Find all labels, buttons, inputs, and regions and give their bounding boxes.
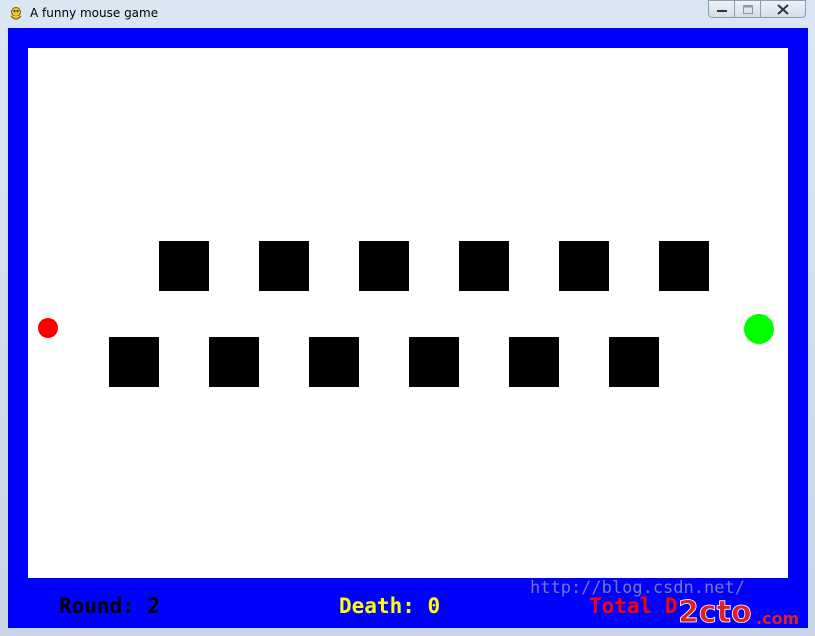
minimize-button[interactable] [708, 0, 735, 18]
title-bar[interactable]: A funny mouse game [0, 0, 815, 28]
round-counter: Round: 2 [59, 594, 161, 618]
death-counter: Death: 0 [339, 594, 441, 618]
obstacle-block [309, 337, 359, 387]
obstacle-block [659, 241, 709, 291]
obstacle-block [259, 241, 309, 291]
obstacle-block [209, 337, 259, 387]
window-title: A funny mouse game [30, 6, 159, 20]
maximize-button[interactable] [734, 0, 761, 18]
start-dot[interactable] [38, 318, 58, 338]
obstacle-block [509, 337, 559, 387]
obstacle-block [559, 241, 609, 291]
obstacle-block [609, 337, 659, 387]
obstacle-block [159, 241, 209, 291]
close-icon [777, 3, 789, 15]
watermark-logo: 2cto .com [678, 595, 800, 630]
obstacle-block [459, 241, 509, 291]
play-area[interactable] [28, 48, 788, 578]
svg-text:.com: .com [756, 609, 799, 628]
maximize-icon [742, 4, 753, 14]
obstacle-block [409, 337, 459, 387]
game-window: A funny mouse game Round: 2 Death: 0 Tot… [0, 0, 815, 636]
obstacle-block [109, 337, 159, 387]
pygame-snake-icon [10, 7, 22, 20]
minimize-icon [716, 10, 727, 12]
game-canvas[interactable]: Round: 2 Death: 0 Total D [8, 28, 808, 628]
svg-text:2cto: 2cto [678, 595, 752, 630]
goal-dot[interactable] [744, 314, 774, 344]
obstacle-block [359, 241, 409, 291]
close-button[interactable] [760, 0, 806, 18]
